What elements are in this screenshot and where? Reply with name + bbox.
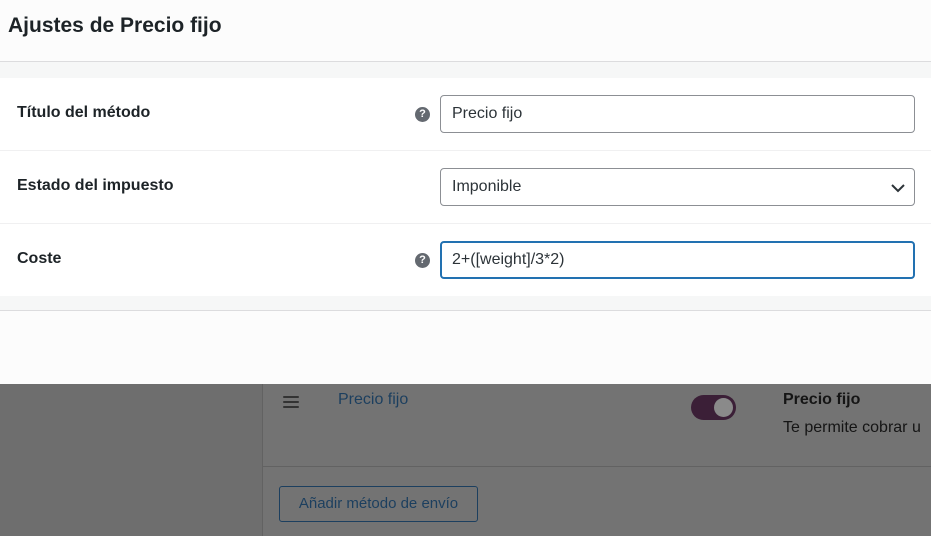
settings-modal: Ajustes de Precio fijo Título del método… xyxy=(0,0,931,384)
modal-header: Ajustes de Precio fijo xyxy=(0,0,931,62)
form-row-method-title: Título del método ? xyxy=(0,78,931,151)
drag-handle-icon[interactable] xyxy=(283,396,299,408)
form-row-cost: Coste ? xyxy=(0,224,931,296)
method-title-label: Título del método xyxy=(17,104,151,121)
method-title-input[interactable] xyxy=(440,95,915,133)
cost-input[interactable] xyxy=(440,241,915,279)
help-icon[interactable]: ? xyxy=(415,107,430,122)
settings-form: Título del método ? Estado del impuesto … xyxy=(0,78,931,296)
method-link[interactable]: Precio fijo xyxy=(338,391,408,409)
toggle-knob xyxy=(714,398,733,417)
tax-status-selected-value: Imponible xyxy=(452,178,522,195)
method-enabled-toggle[interactable] xyxy=(691,395,736,420)
modal-title: Ajustes de Precio fijo xyxy=(8,14,222,37)
add-shipping-method-button[interactable]: Añadir método de envío xyxy=(279,486,478,522)
cost-label: Coste xyxy=(17,250,62,267)
help-icon[interactable]: ? xyxy=(415,253,430,268)
modal-footer xyxy=(0,310,931,384)
chevron-down-icon xyxy=(891,184,905,193)
tax-status-label: Estado del impuesto xyxy=(17,177,174,194)
form-row-tax-status: Estado del impuesto Imponible xyxy=(0,151,931,224)
method-title: Precio fijo xyxy=(783,391,861,408)
tax-status-select[interactable]: Imponible xyxy=(440,168,915,206)
method-description: Te permite cobrar u xyxy=(783,419,921,436)
modal-body: Título del método ? Estado del impuesto … xyxy=(0,62,931,310)
row-divider xyxy=(262,466,931,467)
